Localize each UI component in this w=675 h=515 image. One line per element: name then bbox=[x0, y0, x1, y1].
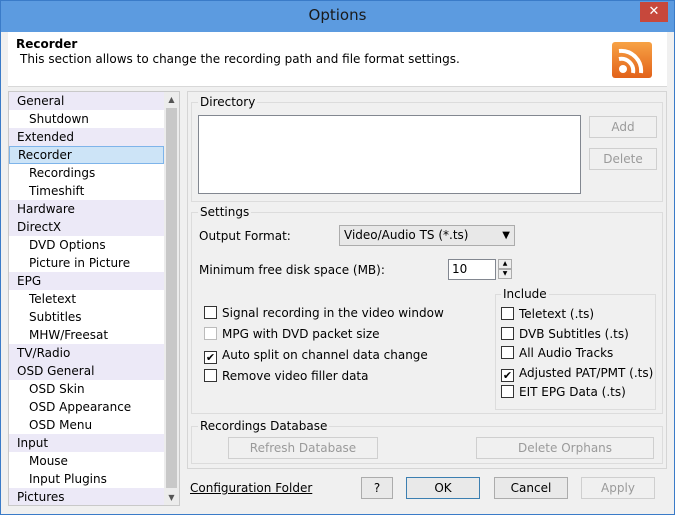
rss-feed-icon bbox=[612, 42, 652, 78]
nav-scrollbar[interactable]: ▲ ▼ bbox=[164, 92, 179, 505]
refresh-database-button[interactable]: Refresh Database bbox=[228, 437, 378, 459]
scrollbar-thumb[interactable] bbox=[166, 108, 177, 488]
title-bar[interactable]: Options ✕ bbox=[1, 1, 674, 32]
help-button[interactable]: ? bbox=[361, 477, 393, 499]
nav-item-osd-general[interactable]: OSD General bbox=[9, 362, 164, 380]
include-label: Teletext (.ts) bbox=[519, 307, 595, 321]
cancel-button[interactable]: Cancel bbox=[494, 477, 568, 499]
directory-legend: Directory bbox=[198, 95, 258, 109]
include-checkbox[interactable]: DVB Subtitles (.ts) bbox=[501, 326, 629, 342]
output-format-select[interactable]: Video/Audio TS (*.ts) ▼ bbox=[339, 225, 515, 246]
nav-item-pictures[interactable]: Pictures bbox=[9, 488, 164, 505]
recordings-database-legend: Recordings Database bbox=[198, 419, 330, 433]
nav-item-extended[interactable]: Extended bbox=[9, 128, 164, 146]
nav-item-input-plugins[interactable]: Input Plugins bbox=[9, 470, 164, 488]
nav-item-timeshift[interactable]: Timeshift bbox=[9, 182, 164, 200]
include-checkbox[interactable]: EIT EPG Data (.ts) bbox=[501, 384, 626, 400]
scroll-down-icon[interactable]: ▼ bbox=[164, 490, 179, 505]
nav-item-teletext[interactable]: Teletext bbox=[9, 290, 164, 308]
include-label: DVB Subtitles (.ts) bbox=[519, 326, 629, 341]
output-format-value: Video/Audio TS (*.ts) bbox=[344, 228, 469, 242]
scroll-up-icon[interactable]: ▲ bbox=[164, 92, 179, 107]
option-checkbox[interactable]: Remove video filler data bbox=[204, 368, 369, 384]
nav-item-mhw-freesat[interactable]: MHW/Freesat bbox=[9, 326, 164, 344]
window-title: Options bbox=[308, 6, 367, 24]
checkbox-box[interactable] bbox=[501, 326, 514, 340]
include-checkbox[interactable]: Teletext (.ts) bbox=[501, 306, 594, 322]
option-label: Auto split on channel data change bbox=[222, 348, 428, 362]
include-label: EIT EPG Data (.ts) bbox=[519, 385, 626, 399]
option-checkbox[interactable]: ✔ Auto split on channel data change bbox=[204, 347, 428, 364]
option-label: Signal recording in the video window bbox=[222, 306, 444, 320]
recordings-database-group: Recordings Database Refresh Database Del… bbox=[191, 419, 663, 464]
include-label: Adjusted PAT/PMT (.ts) bbox=[519, 365, 654, 380]
add-button[interactable]: Add bbox=[589, 116, 657, 138]
checkbox-box[interactable] bbox=[204, 306, 217, 319]
delete-button[interactable]: Delete bbox=[589, 148, 657, 170]
checkbox-box[interactable] bbox=[204, 369, 217, 382]
checkmark-icon[interactable]: ✔ bbox=[501, 368, 514, 382]
nav-item-general[interactable]: General bbox=[9, 92, 164, 110]
chevron-down-icon: ▼ bbox=[502, 230, 510, 241]
options-tree: General Shutdown Extended Recorder Recording… bbox=[8, 91, 180, 506]
checkbox-box[interactable] bbox=[204, 327, 217, 340]
output-format-label: Output Format: bbox=[199, 229, 291, 243]
ok-button[interactable]: OK bbox=[406, 477, 480, 499]
nav-item-picture-in-picture[interactable]: Picture in Picture bbox=[9, 254, 164, 272]
min-disk-input[interactable]: 10 bbox=[448, 259, 496, 280]
nav-item-hardware[interactable]: Hardware bbox=[9, 200, 164, 218]
checkbox-box[interactable] bbox=[501, 307, 514, 320]
stepper-down-icon[interactable]: ▼ bbox=[498, 269, 512, 279]
close-icon: ✕ bbox=[648, 4, 660, 19]
checkmark-icon[interactable]: ✔ bbox=[204, 351, 217, 364]
include-group: Include Teletext (.ts) DVB Subtitles (.ts… bbox=[495, 287, 656, 410]
nav-item-osd-menu[interactable]: OSD Menu bbox=[9, 416, 164, 434]
nav-item-tv-radio[interactable]: TV/Radio bbox=[9, 344, 164, 362]
nav-item-osd-appearance[interactable]: OSD Appearance bbox=[9, 398, 164, 416]
nav-item-mouse[interactable]: Mouse bbox=[9, 452, 164, 470]
option-label: Remove video filler data bbox=[222, 369, 369, 383]
settings-group: Settings Output Format: Video/Audio TS (… bbox=[191, 205, 663, 414]
nav-item-subtitles[interactable]: Subtitles bbox=[9, 308, 164, 326]
section-header: Recorder This section allows to change t… bbox=[8, 32, 667, 87]
min-disk-stepper[interactable]: ▲ ▼ bbox=[498, 259, 512, 280]
include-checkbox[interactable]: All Audio Tracks bbox=[501, 345, 613, 361]
section-title: Recorder bbox=[16, 37, 78, 51]
nav-item-shutdown[interactable]: Shutdown bbox=[9, 110, 164, 128]
close-button[interactable]: ✕ bbox=[640, 2, 668, 22]
include-legend: Include bbox=[501, 287, 549, 301]
options-window: Options ✕ Recorder This section allows t… bbox=[0, 0, 675, 515]
checkbox-box[interactable] bbox=[501, 346, 514, 359]
directory-group: Directory Add Delete bbox=[191, 95, 663, 202]
nav-item-epg[interactable]: EPG bbox=[9, 272, 164, 290]
recorder-panel: Directory Add Delete Settings Output For… bbox=[187, 91, 667, 469]
nav-item-recorder[interactable]: Recorder bbox=[9, 146, 164, 164]
include-checkbox[interactable]: ✔ Adjusted PAT/PMT (.ts) bbox=[501, 365, 654, 382]
section-description: This section allows to change the record… bbox=[20, 52, 460, 66]
apply-button[interactable]: Apply bbox=[581, 477, 655, 499]
nav-item-osd-skin[interactable]: OSD Skin bbox=[9, 380, 164, 398]
nav-item-input[interactable]: Input bbox=[9, 434, 164, 452]
delete-orphans-button[interactable]: Delete Orphans bbox=[476, 437, 654, 459]
nav-item-directx[interactable]: DirectX bbox=[9, 218, 164, 236]
configuration-folder-link[interactable]: Configuration Folder bbox=[190, 481, 312, 495]
option-label: MPG with DVD packet size bbox=[222, 327, 380, 341]
stepper-up-icon[interactable]: ▲ bbox=[498, 259, 512, 269]
settings-legend: Settings bbox=[198, 205, 252, 219]
include-label: All Audio Tracks bbox=[519, 346, 614, 360]
nav-item-dvd-options[interactable]: DVD Options bbox=[9, 236, 164, 254]
nav-item-recordings[interactable]: Recordings bbox=[9, 164, 164, 182]
min-disk-label: Minimum free disk space (MB): bbox=[199, 263, 385, 277]
checkbox-box[interactable] bbox=[501, 385, 514, 398]
option-checkbox[interactable]: MPG with DVD packet size bbox=[204, 326, 380, 342]
option-checkbox[interactable]: Signal recording in the video window bbox=[204, 305, 444, 321]
directory-list[interactable] bbox=[198, 115, 581, 194]
